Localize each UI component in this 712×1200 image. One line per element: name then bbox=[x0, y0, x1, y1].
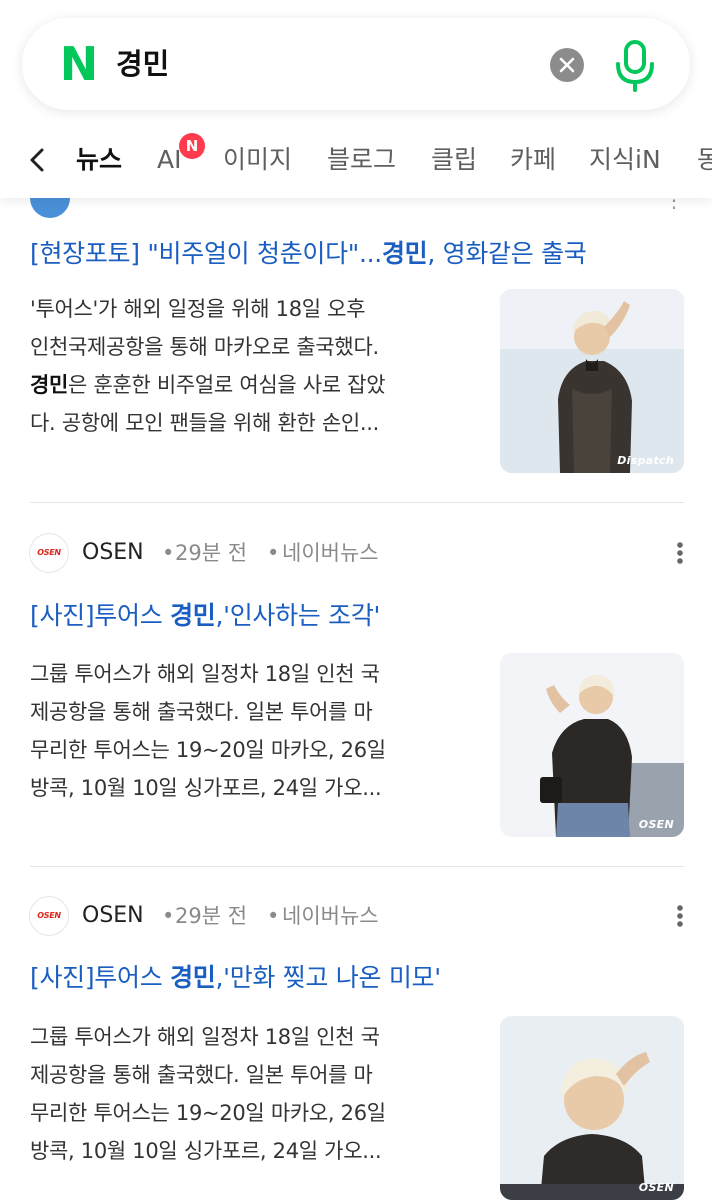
divider bbox=[30, 866, 684, 867]
photo-watermark: OSEN bbox=[638, 818, 674, 831]
title-text: [현장포토] "비주얼이 청춘이다"... bbox=[30, 239, 382, 268]
photo-watermark: OSEN bbox=[638, 1181, 674, 1194]
photo-watermark: Dispatch bbox=[617, 454, 674, 467]
new-badge: N bbox=[179, 133, 205, 159]
title-highlight: 경민 bbox=[170, 963, 216, 992]
article-thumbnail[interactable]: OSEN bbox=[500, 1016, 684, 1200]
source-name[interactable]: OSEN bbox=[82, 535, 144, 571]
clear-icon bbox=[559, 57, 575, 73]
naver-logo-icon[interactable]: N bbox=[58, 41, 100, 87]
summary-line: 방콕, 10월 10일 싱가포르, 24일 가오... bbox=[30, 1139, 382, 1163]
voice-search-button[interactable] bbox=[612, 38, 658, 94]
summary-line: 경민은 훈훈한 비주얼로 여심을 사로 잡았 bbox=[30, 366, 476, 404]
photo-image bbox=[500, 1016, 684, 1200]
title-text: ,'만화 찢고 나온 미모' bbox=[215, 963, 441, 992]
article-summary[interactable]: 그룹 투어스가 해외 일정차 18일 인천 국 제공항을 통해 출국했다. 일본… bbox=[30, 1018, 476, 1170]
summary-line: 방콕, 10월 10일 싱가포르, 24일 가오... bbox=[30, 776, 382, 800]
meta-separator: • bbox=[162, 541, 175, 565]
source-logo[interactable]: OSEN bbox=[29, 896, 69, 936]
article-title[interactable]: [현장포토] "비주얼이 청춘이다"...경민, 영화같은 출국 bbox=[30, 236, 587, 272]
tab-more[interactable]: 동 bbox=[697, 140, 712, 180]
title-text: , 영화같은 출국 bbox=[427, 239, 587, 268]
source-row: OSEN OSEN • 29분 전 • 네이버뉴스 bbox=[0, 533, 712, 573]
meta-separator: • bbox=[267, 904, 280, 928]
summary-line: 그룹 투어스가 해외 일정차 18일 인천 국 bbox=[30, 662, 380, 686]
search-tabs: 뉴스 AI N 이미지 블로그 클립 카페 지식iN 동 bbox=[0, 130, 712, 190]
search-header: N 경민 뉴스 AI N 이미지 블로그 클립 카페 지식iN 동 bbox=[0, 0, 712, 198]
article-thumbnail[interactable]: OSEN bbox=[500, 653, 684, 837]
meta-separator: • bbox=[162, 904, 175, 928]
clear-button[interactable] bbox=[550, 48, 584, 82]
title-highlight: 경민 bbox=[381, 239, 428, 268]
photo-image bbox=[500, 653, 684, 837]
tab-clip[interactable]: 클립 bbox=[431, 140, 477, 180]
divider bbox=[30, 502, 684, 503]
summary-line: '투어스'가 해외 일정을 위해 18일 오후 bbox=[30, 297, 366, 321]
mic-icon bbox=[616, 40, 654, 92]
summary-text: 은 훈훈한 비주얼로 여심을 사로 잡았 bbox=[68, 373, 386, 397]
article-thumbnail[interactable]: Dispatch bbox=[500, 289, 684, 473]
title-text: [사진]투어스 bbox=[30, 963, 171, 992]
summary-line: 무리한 투어스는 19~20일 마카오, 26일 bbox=[30, 1101, 386, 1125]
summary-line: 다. 공항에 모인 팬들을 위해 환한 손인... bbox=[30, 411, 380, 435]
tab-kin[interactable]: 지식iN bbox=[589, 140, 661, 180]
photo-image bbox=[500, 289, 684, 473]
summary-highlight: 경민 bbox=[30, 373, 69, 397]
chevron-left-icon[interactable] bbox=[26, 147, 48, 173]
title-highlight: 경민 bbox=[170, 601, 216, 630]
more-vertical-icon[interactable] bbox=[668, 900, 692, 932]
tab-blog[interactable]: 블로그 bbox=[327, 140, 396, 180]
title-text: ,'인사하는 조각' bbox=[215, 601, 381, 630]
platform-name: 네이버뉴스 bbox=[282, 904, 379, 928]
tab-ai[interactable]: AI bbox=[157, 140, 181, 180]
platform-name: 네이버뉴스 bbox=[282, 541, 379, 565]
article-summary[interactable]: '투어스'가 해외 일정을 위해 18일 오후 인천국제공항을 통해 마카오로 … bbox=[30, 290, 476, 442]
source-name[interactable]: OSEN bbox=[82, 898, 144, 934]
publish-time: 29분 전 bbox=[175, 541, 248, 565]
tab-images[interactable]: 이미지 bbox=[223, 140, 292, 180]
tab-ai-label: AI bbox=[157, 145, 182, 174]
title-text: [사진]투어스 bbox=[30, 601, 171, 630]
summary-line: 제공항을 통해 출국했다. 일본 투어를 마 bbox=[30, 1063, 373, 1087]
meta-separator: • bbox=[267, 541, 280, 565]
tab-news[interactable]: 뉴스 bbox=[76, 140, 122, 180]
summary-line: 제공항을 통해 출국했다. 일본 투어를 마 bbox=[30, 700, 373, 724]
summary-line: 무리한 투어스는 19~20일 마카오, 26일 bbox=[30, 738, 386, 762]
article-title[interactable]: [사진]투어스 경민,'만화 찢고 나온 미모' bbox=[30, 960, 441, 996]
summary-line: 그룹 투어스가 해외 일정차 18일 인천 국 bbox=[30, 1025, 380, 1049]
article-summary[interactable]: 그룹 투어스가 해외 일정차 18일 인천 국 제공항을 통해 출국했다. 일본… bbox=[30, 655, 476, 807]
source-row: OSEN OSEN • 29분 전 • 네이버뉴스 bbox=[0, 896, 712, 936]
summary-line: 인천국제공항을 통해 마카오로 출국했다. bbox=[30, 335, 379, 359]
search-bar[interactable]: N 경민 bbox=[22, 18, 690, 110]
more-vertical-icon[interactable] bbox=[668, 537, 692, 569]
source-logo[interactable]: OSEN bbox=[29, 533, 69, 573]
search-input[interactable]: 경민 bbox=[116, 44, 169, 84]
article-title[interactable]: [사진]투어스 경민,'인사하는 조각' bbox=[30, 598, 380, 634]
publish-time: 29분 전 bbox=[175, 904, 248, 928]
tab-cafe[interactable]: 카페 bbox=[510, 140, 556, 180]
